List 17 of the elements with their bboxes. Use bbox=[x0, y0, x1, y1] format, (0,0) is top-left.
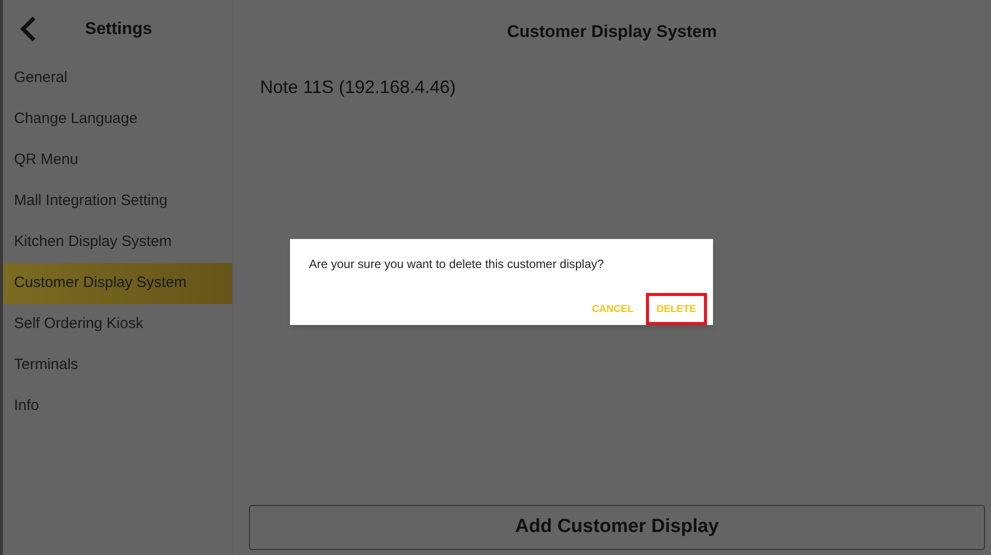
sidebar-item[interactable]: QR Menu bbox=[3, 140, 232, 181]
add-customer-display-button[interactable]: Add Customer Display bbox=[249, 505, 985, 550]
back-icon[interactable] bbox=[19, 16, 37, 42]
sidebar-item[interactable]: General bbox=[3, 58, 232, 99]
sidebar-item[interactable]: Customer Display System bbox=[3, 263, 232, 304]
dialog-message: Are your sure you want to delete this customer display? bbox=[309, 256, 605, 273]
sidebar-item[interactable]: Info bbox=[3, 386, 232, 427]
device-item[interactable]: Note 11S (192.168.4.46) bbox=[233, 64, 991, 111]
dialog-button[interactable]: CANCEL bbox=[586, 293, 640, 325]
sidebar-item[interactable]: Terminals bbox=[3, 345, 232, 386]
dialog-button[interactable]: DELETE bbox=[646, 293, 707, 325]
page-title: Customer Display System bbox=[506, 21, 718, 44]
sidebar-title: Settings bbox=[85, 18, 152, 40]
sidebar-item[interactable]: Mall Integration Setting bbox=[3, 181, 232, 222]
sidebar-item[interactable]: Self Ordering Kiosk bbox=[3, 304, 232, 345]
sidebar-item[interactable]: Kitchen Display System bbox=[3, 222, 232, 263]
sidebar-item[interactable]: Change Language bbox=[3, 99, 232, 140]
